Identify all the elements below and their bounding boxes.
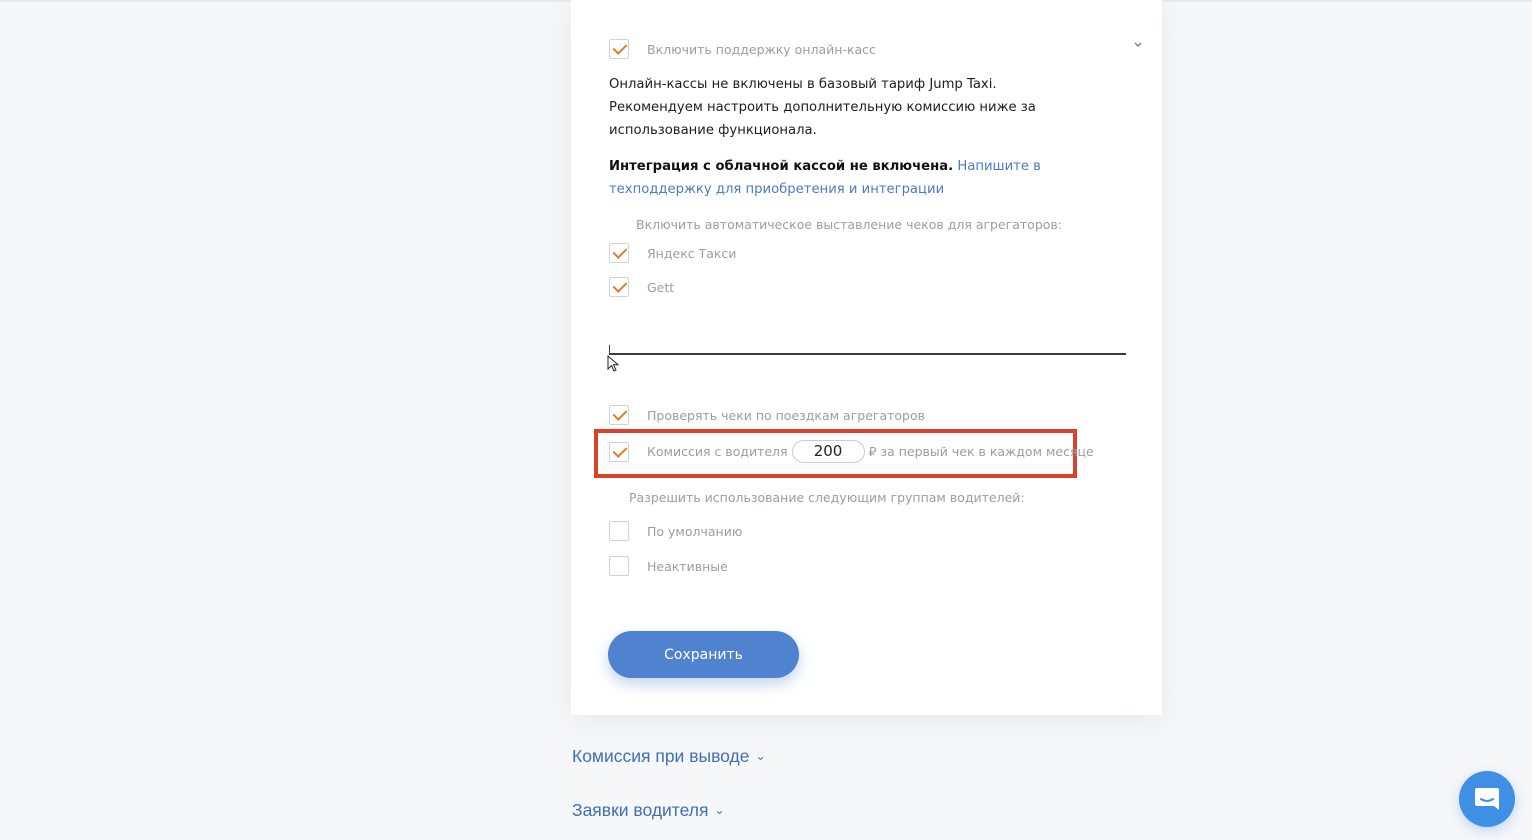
mouse-cursor-icon [607,355,620,372]
yandex-checkbox[interactable] [609,243,629,263]
online-cash-checkbox[interactable] [609,39,629,59]
chat-button[interactable] [1459,771,1515,827]
default-group-label: По умолчанию [647,523,743,539]
chat-bubble-icon [1475,788,1499,810]
gett-label: Gett [647,279,675,295]
verify-receipts-checkbox[interactable] [609,405,629,425]
section-withdraw-commission-label: Комиссия при выводе [572,746,750,766]
info-line-1: Онлайн-кассы не включены в базовый тариф… [609,77,997,92]
yandex-label: Яндекс Такси [647,245,737,261]
verify-receipts-row[interactable]: Проверять чеки по поездкам агрегаторов [609,405,925,425]
info-line-2: Рекомендуем настроить дополнительную ком… [609,100,1036,138]
section-withdraw-commission[interactable]: Комиссия при выводе ⌄ [572,746,766,767]
commission-row: Комиссия с водителя 200 ₽ за первый чек … [609,440,1094,463]
commission-amount-input[interactable]: 200 [791,440,865,463]
info-paragraph: Онлайн-кассы не включены в базовый тариф… [609,73,1129,142]
section-divider [609,345,1126,355]
aggregators-hint: Включить автоматическое выставление чеко… [636,217,1062,232]
commission-suffix: ₽ за первый чек в каждом месяце [868,444,1094,459]
default-group-checkbox[interactable] [609,521,629,541]
section-driver-requests[interactable]: Заявки водителя ⌄ [572,800,725,821]
save-button[interactable]: Сохранить [608,631,799,678]
integration-paragraph: Интеграция с облачной кассой не включена… [609,155,1129,201]
groups-hint: Разрешить использование следующим группа… [629,490,1025,505]
commission-checkbox[interactable] [609,441,629,462]
gett-checkbox[interactable] [609,277,629,297]
online-cash-label: Включить поддержку онлайн-касс [647,41,876,57]
chevron-down-icon: ⌄ [755,749,766,763]
group-item-inactive[interactable]: Неактивные [609,556,728,576]
integration-status: Интеграция с облачной кассой не включена… [609,159,954,174]
online-cash-toggle-row[interactable]: Включить поддержку онлайн-касс [609,39,876,59]
chevron-down-icon[interactable] [1132,41,1144,53]
aggregator-item-gett[interactable]: Gett [609,277,674,297]
group-item-default[interactable]: По умолчанию [609,521,742,541]
aggregator-item-yandex[interactable]: Яндекс Такси [609,243,736,263]
inactive-group-checkbox[interactable] [609,556,629,576]
inactive-group-label: Неактивные [647,558,728,574]
verify-receipts-label: Проверять чеки по поездкам агрегаторов [647,407,926,423]
section-driver-requests-label: Заявки водителя [572,800,709,820]
chevron-down-icon: ⌄ [714,803,725,817]
commission-label: Комиссия с водителя [647,444,788,459]
